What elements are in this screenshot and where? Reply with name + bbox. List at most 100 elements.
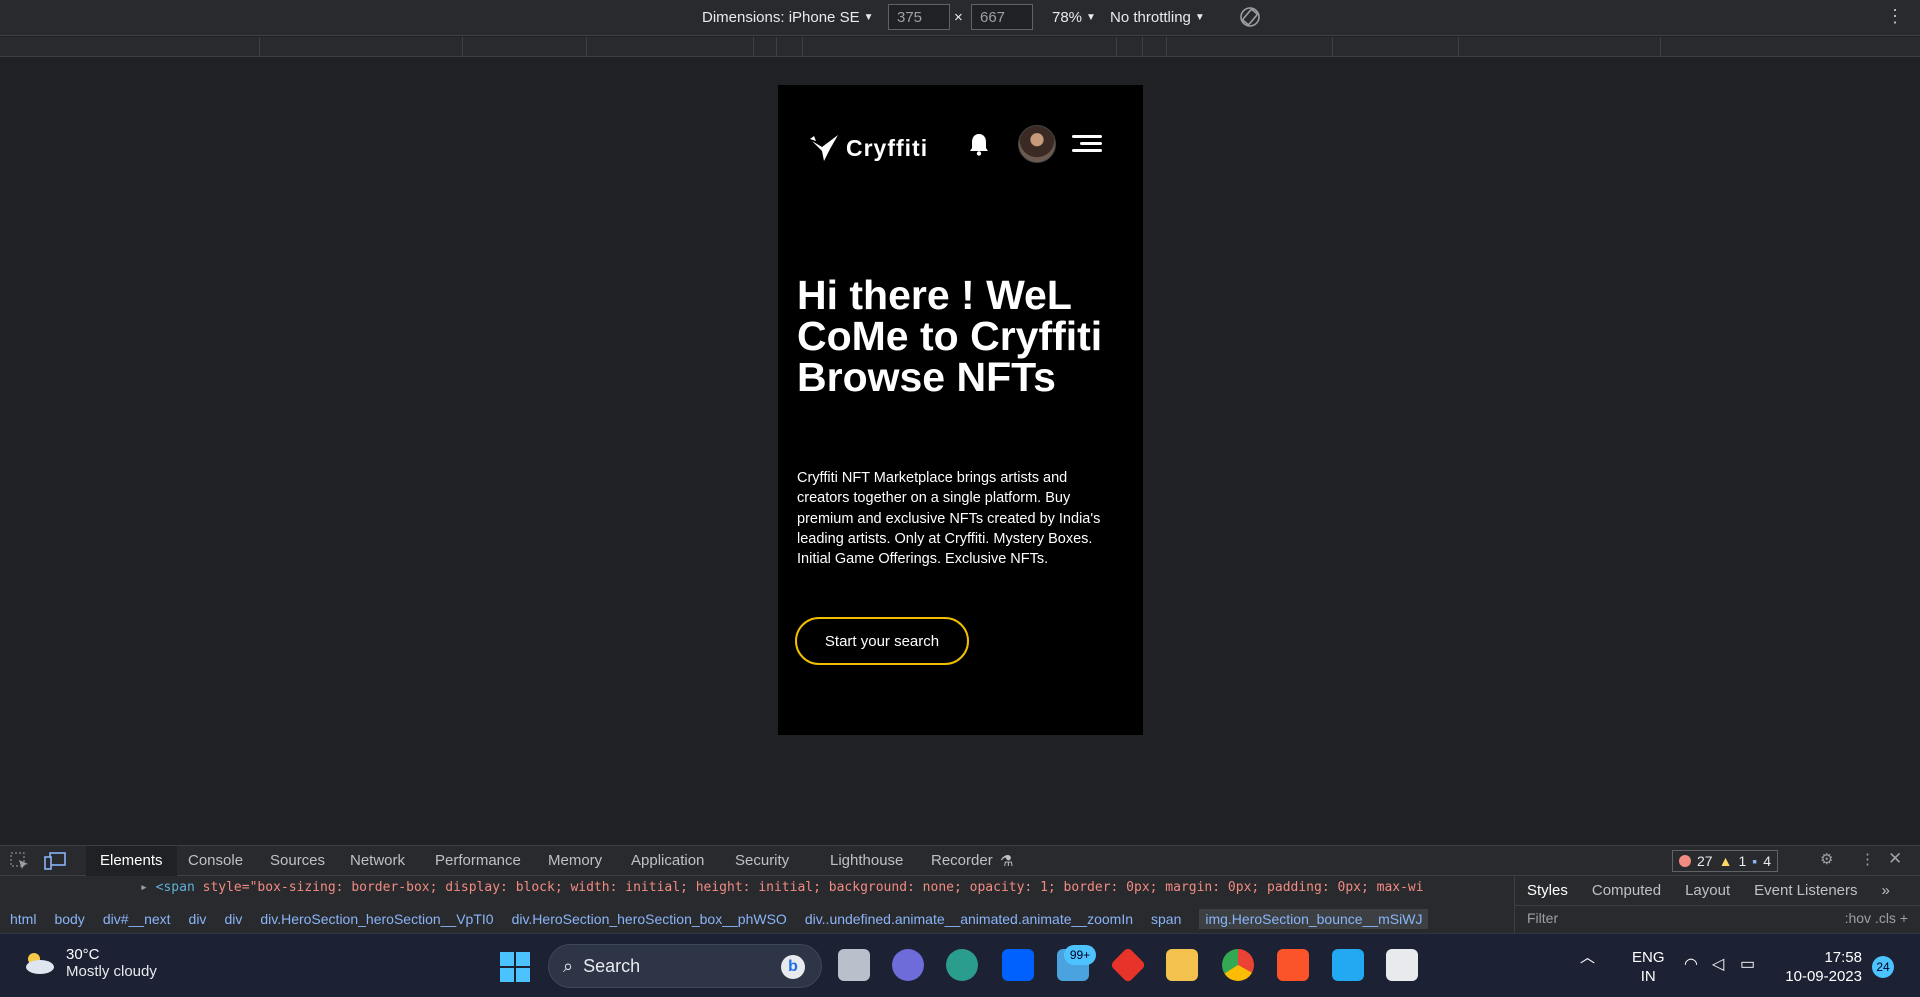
filter-input[interactable]: Filter <box>1527 910 1558 926</box>
vscode-icon[interactable] <box>1332 949 1364 981</box>
site-logo[interactable]: Cryffiti <box>810 133 928 163</box>
notification-bell-icon[interactable] <box>968 132 990 156</box>
rotate-icon[interactable] <box>1238 5 1262 29</box>
more-options-icon[interactable]: ⋮ <box>1886 6 1904 27</box>
device-toolbar: Dimensions: iPhone SE ▼ 375 × 667 78% ▼ … <box>0 0 1920 36</box>
tab-layout[interactable]: Layout <box>1685 882 1730 905</box>
styles-pane-tabs: Styles Computed Layout Event Listeners » <box>1515 876 1920 906</box>
windows-taskbar: 30°C Mostly cloudy ⌕ Search b 99+ ︿ ENG … <box>0 933 1920 997</box>
inspect-element-icon[interactable] <box>10 852 30 870</box>
tab-security[interactable]: Security <box>735 852 789 869</box>
cloud-sun-icon <box>26 953 54 974</box>
breadcrumb-item[interactable]: div#__next <box>103 911 171 927</box>
issues-counter[interactable]: 27 ▲ 1 ▪ 4 <box>1672 850 1778 872</box>
error-icon <box>1679 855 1691 867</box>
brave-icon[interactable] <box>1277 949 1309 981</box>
breadcrumb-item[interactable]: div <box>224 911 242 927</box>
warning-count: 1 <box>1738 853 1747 869</box>
breadcrumb-item[interactable]: div.HeroSection_heroSection_box__phWSO <box>512 911 787 927</box>
caret-down-icon: ▼ <box>1194 12 1205 23</box>
start-search-button[interactable]: Start your search <box>795 617 969 665</box>
caret-down-icon: ▼ <box>1086 12 1096 23</box>
battery-icon[interactable]: ▭ <box>1740 954 1755 974</box>
language-indicator[interactable]: ENG IN <box>1632 948 1665 986</box>
tab-network[interactable]: Network <box>350 852 405 869</box>
chevron-up-icon[interactable]: ︿ <box>1580 946 1595 967</box>
lang-top: ENG <box>1632 949 1665 966</box>
throttling-dropdown[interactable]: No throttling ▼ <box>1110 9 1205 26</box>
device-viewport: Cryffiti Hi there ! WeL CoMe to Cryffiti… <box>778 85 1143 735</box>
teams-chat-icon[interactable] <box>892 949 924 981</box>
bing-icon[interactable]: b <box>781 955 805 979</box>
tab-application[interactable]: Application <box>631 852 704 869</box>
devtools-panel: Elements Console Sources Network Perform… <box>0 845 1920 934</box>
logo-text: Cryffiti <box>846 134 929 161</box>
tab-lighthouse[interactable]: Lighthouse <box>830 852 903 869</box>
tab-memory[interactable]: Memory <box>548 852 602 869</box>
mail-badge: 99+ <box>1064 945 1096 965</box>
clock[interactable]: 17:58 10-09-2023 <box>1782 948 1862 986</box>
time: 17:58 <box>1824 949 1862 966</box>
snipping-tool-icon[interactable] <box>1386 949 1418 981</box>
expand-triangle-icon[interactable]: ▸ <box>140 880 148 895</box>
task-view-icon[interactable] <box>838 949 870 981</box>
breadcrumb-item[interactable]: div.HeroSection_heroSection__VpTI0 <box>260 911 493 927</box>
dom-code-line[interactable]: ▸ <span style="box-sizing: border-box; d… <box>140 880 1490 900</box>
close-icon[interactable]: ✕ <box>1888 849 1902 869</box>
anydesk-icon[interactable] <box>1109 946 1147 984</box>
edge-browser-icon[interactable] <box>946 949 978 981</box>
breadcrumb-item[interactable]: html <box>10 911 36 927</box>
settings-gear-icon[interactable]: ⚙ <box>1820 850 1833 868</box>
device-toggle-icon[interactable] <box>44 852 66 870</box>
device-dimensions-dropdown[interactable]: Dimensions: iPhone SE ▼ <box>702 9 874 26</box>
user-avatar[interactable] <box>1018 125 1056 163</box>
breadcrumb-item[interactable]: span <box>1151 911 1181 927</box>
code-attributes: style="box-sizing: border-box; display: … <box>194 880 1424 895</box>
hamburger-menu-icon[interactable] <box>1072 133 1102 155</box>
chevron-right-icon[interactable]: » <box>1882 882 1890 905</box>
height-input[interactable]: 667 <box>971 4 1033 30</box>
media-query-ruler <box>0 37 1920 57</box>
throttling-label: No throttling <box>1110 9 1191 26</box>
error-count: 27 <box>1697 853 1713 869</box>
styles-pane: Styles Computed Layout Event Listeners »… <box>1514 876 1920 934</box>
warning-icon: ▲ <box>1718 853 1733 869</box>
chrome-icon[interactable] <box>1222 949 1254 981</box>
breadcrumb-item[interactable]: body <box>54 911 84 927</box>
windows-start-icon[interactable] <box>500 952 530 982</box>
tab-recorder[interactable]: Recorder <box>931 852 993 869</box>
more-options-icon[interactable]: ⋮ <box>1860 850 1875 868</box>
weather-widget[interactable]: 30°C Mostly cloudy <box>22 946 157 980</box>
zoom-label: 78% <box>1052 9 1083 26</box>
lang-bottom: IN <box>1640 968 1656 985</box>
volume-icon[interactable]: ◁ <box>1712 954 1724 974</box>
taskbar-search[interactable]: ⌕ Search b <box>548 944 822 988</box>
hero-title: Hi there ! WeL CoMe to Cryffiti Browse N… <box>797 272 1103 400</box>
date: 10-09-2023 <box>1785 968 1862 985</box>
style-tools[interactable]: :hov .cls + <box>1845 910 1908 926</box>
styles-filter: Filter :hov .cls + <box>1515 906 1920 930</box>
width-input[interactable]: 375 <box>888 4 950 30</box>
breadcrumb-item[interactable]: div..undefined.animate__animated.animate… <box>805 911 1133 927</box>
zoom-dropdown[interactable]: 78% ▼ <box>1052 9 1096 26</box>
file-explorer-icon[interactable] <box>1166 949 1198 981</box>
bird-logo-icon <box>810 135 838 161</box>
tab-styles[interactable]: Styles <box>1527 882 1568 905</box>
tab-event-listeners[interactable]: Event Listeners <box>1754 882 1857 905</box>
search-label: Search <box>583 955 641 976</box>
tab-elements[interactable]: Elements <box>86 846 177 876</box>
code-tag: <span <box>155 880 195 895</box>
caret-down-icon: ▼ <box>863 12 874 23</box>
temperature: 30°C <box>66 946 100 963</box>
search-icon: ⌕ <box>563 955 574 976</box>
tab-sources[interactable]: Sources <box>270 852 325 869</box>
breadcrumb-item[interactable]: div <box>189 911 207 927</box>
dropbox-icon[interactable] <box>1002 949 1034 981</box>
notification-count[interactable]: 24 <box>1872 956 1894 978</box>
tab-computed[interactable]: Computed <box>1592 882 1661 905</box>
tab-console[interactable]: Console <box>188 852 243 869</box>
tab-performance[interactable]: Performance <box>435 852 521 869</box>
wifi-icon[interactable]: ◠ <box>1684 954 1698 974</box>
flask-icon: ⚗ <box>1000 853 1014 870</box>
breadcrumb-item-selected[interactable]: img.HeroSection_bounce__mSiWJ <box>1199 909 1429 929</box>
